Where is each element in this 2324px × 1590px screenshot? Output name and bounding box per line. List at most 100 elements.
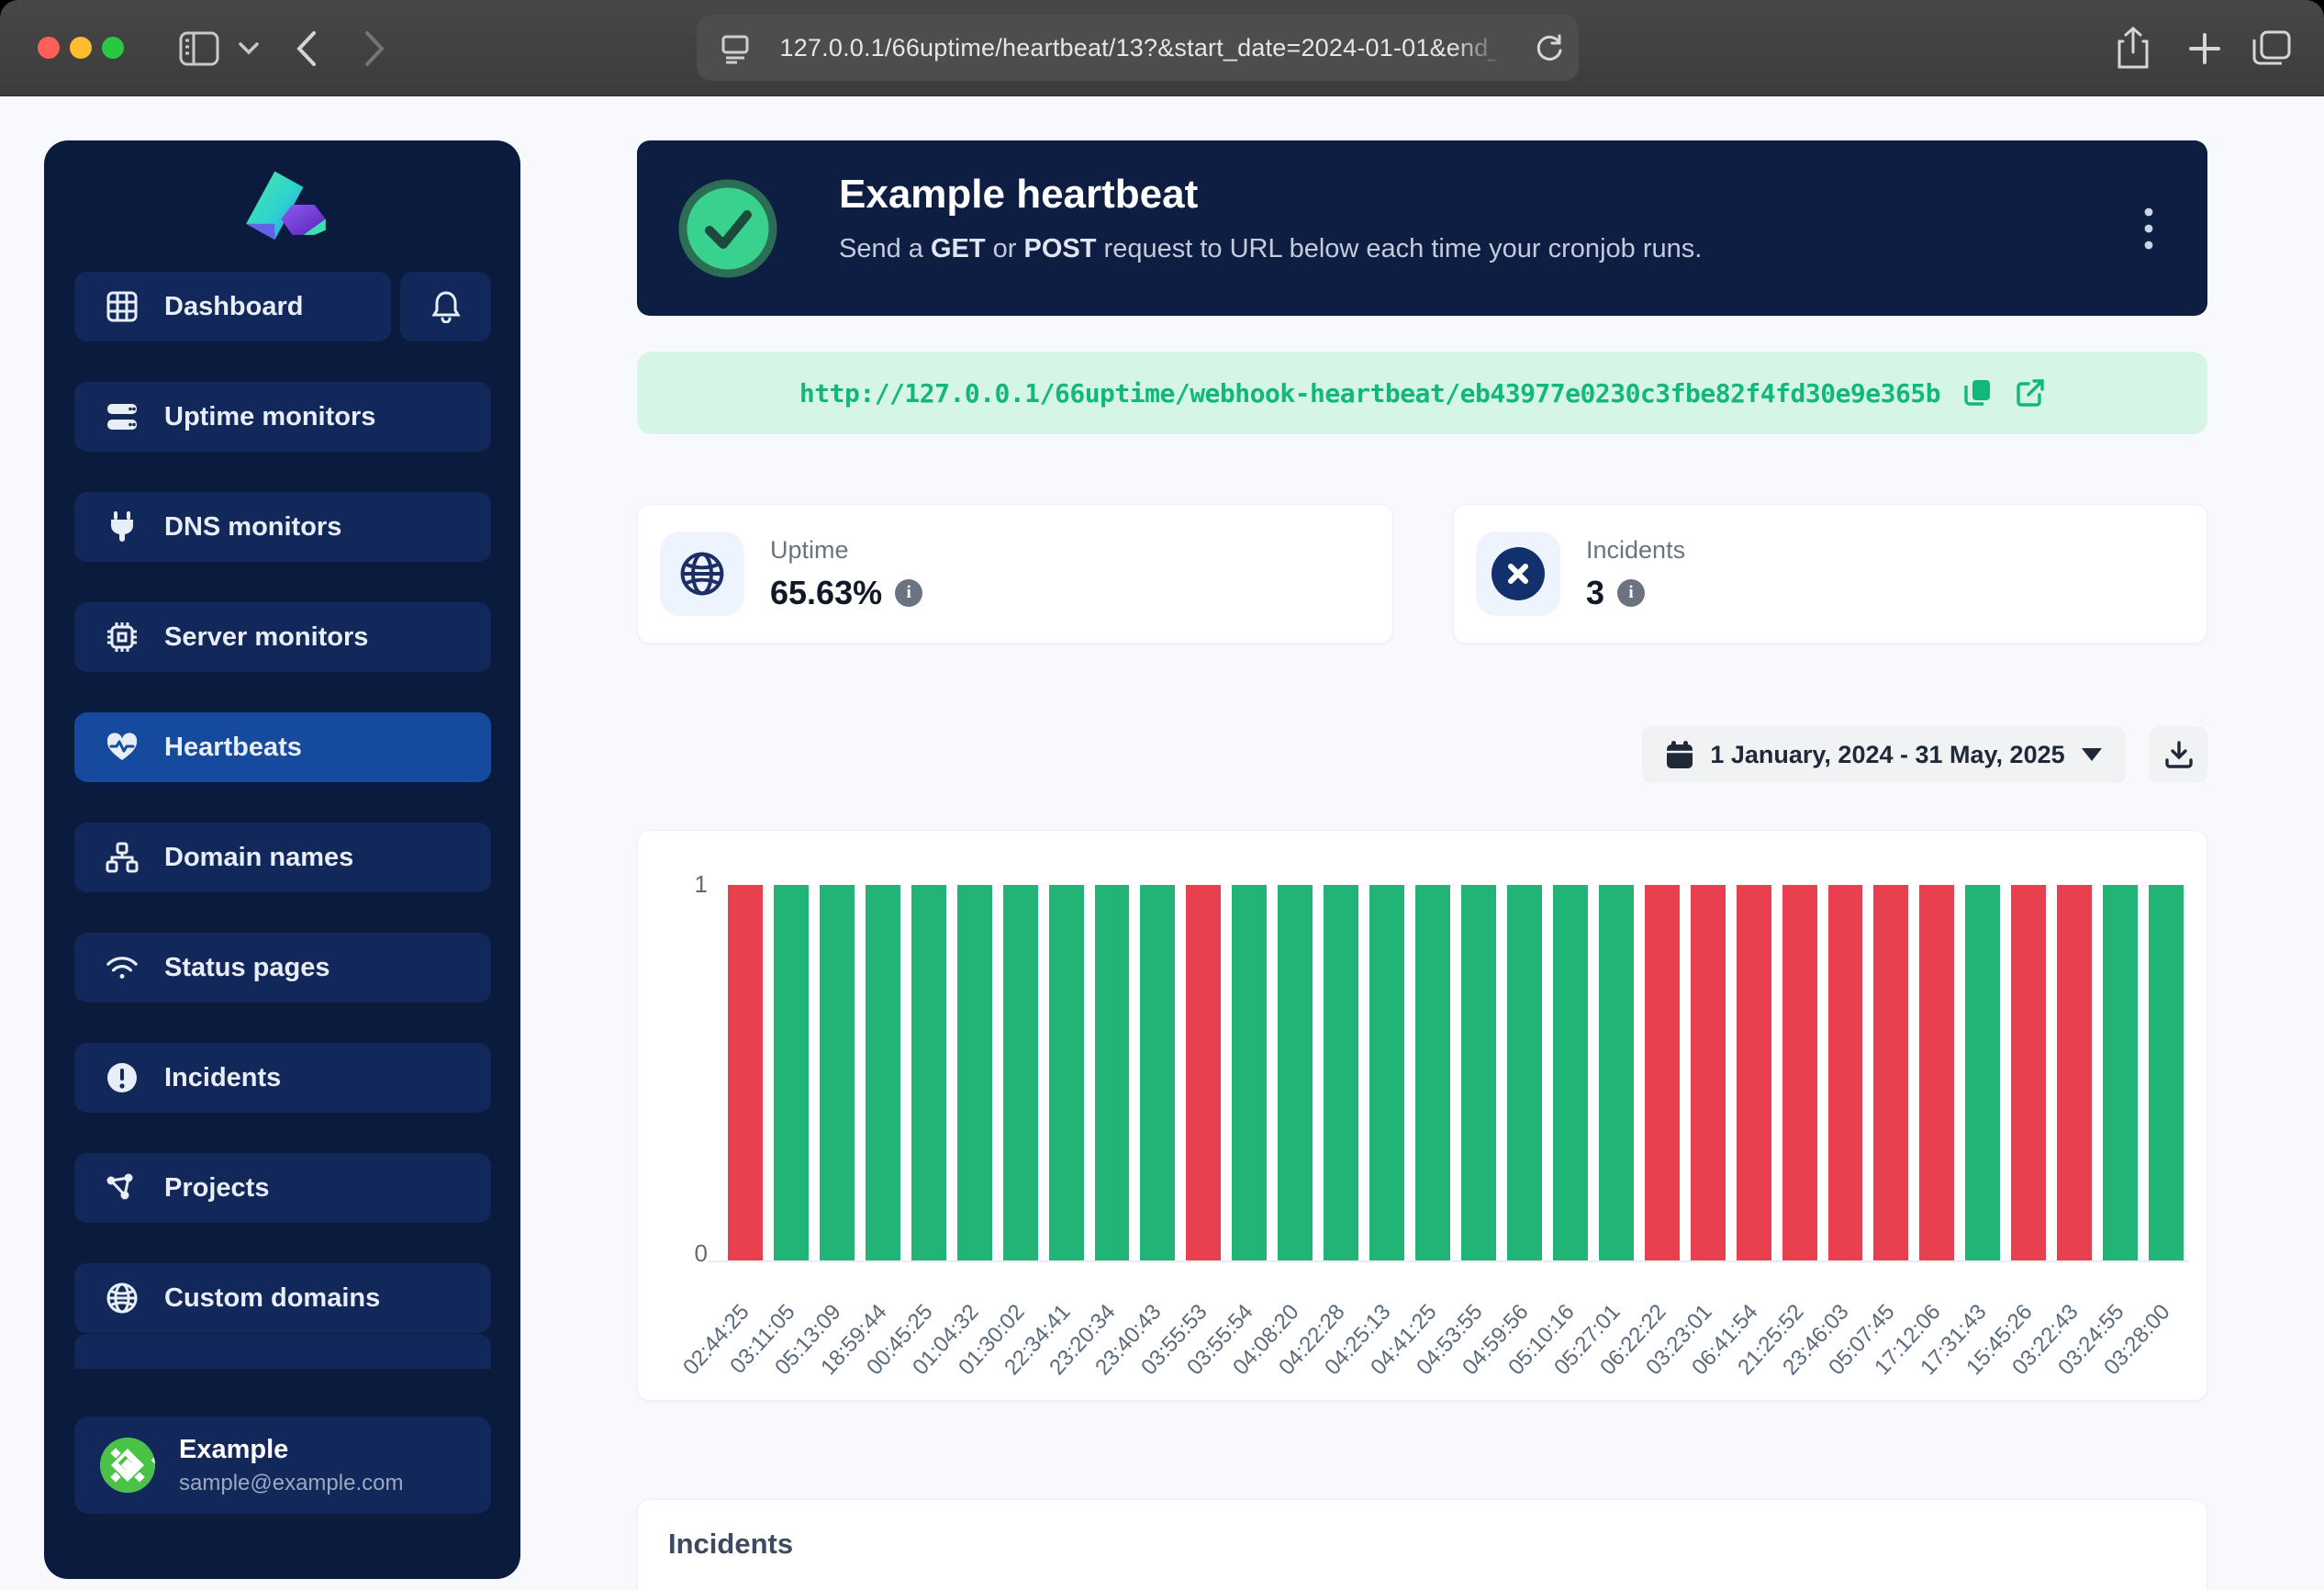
traffic-light-close[interactable] <box>38 37 60 59</box>
bar-down[interactable] <box>2011 885 2046 1260</box>
x-circle-icon <box>1490 545 1547 602</box>
url-fade <box>1452 20 1525 75</box>
traffic-light-zoom[interactable] <box>102 37 124 59</box>
share-nodes-icon <box>106 1173 139 1203</box>
wifi-icon <box>106 954 139 981</box>
bar-down[interactable] <box>1782 885 1817 1260</box>
bar-up[interactable] <box>1324 885 1358 1260</box>
bar-up[interactable] <box>1003 885 1038 1260</box>
bar-down[interactable] <box>2057 885 2092 1260</box>
uptime-stat-card: Uptime 65.63% i <box>637 504 1393 644</box>
reload-button[interactable] <box>1533 31 1566 64</box>
x-axis-line <box>708 1260 2189 1262</box>
kebab-menu-button[interactable] <box>2123 201 2174 256</box>
sidebar-toggle-icon <box>179 31 219 66</box>
bar-up[interactable] <box>1140 885 1175 1260</box>
incidents-icon-tile <box>1476 532 1560 616</box>
bar-up[interactable] <box>911 885 946 1260</box>
grid-icon <box>106 291 139 322</box>
copy-icon <box>1964 378 1992 408</box>
tabs-icon <box>2251 28 2293 69</box>
bar-up[interactable] <box>957 885 992 1260</box>
user-email: sample@example.com <box>179 1471 403 1496</box>
toolbar: 1 January, 2024 - 31 May, 2025 <box>637 726 2207 783</box>
new-tab-button[interactable] <box>2186 28 2223 70</box>
bar-up[interactable] <box>1461 885 1496 1260</box>
sidebar-item-dns-monitors[interactable]: DNS monitors <box>74 492 491 562</box>
sidebar-toggle-button[interactable] <box>179 28 219 70</box>
share-button[interactable] <box>2114 28 2152 70</box>
bar-up[interactable] <box>2149 885 2184 1260</box>
stat-label: Incidents <box>1586 536 1685 565</box>
sidebar-item-label: Projects <box>164 1173 269 1204</box>
info-icon[interactable]: i <box>895 579 922 607</box>
url-text: 127.0.0.1/66uptime/heartbeat/13?&start_d… <box>780 34 1496 62</box>
bar-up[interactable] <box>1278 885 1313 1260</box>
date-range-button[interactable]: 1 January, 2024 - 31 May, 2025 <box>1642 726 2126 783</box>
bar-down[interactable] <box>1186 885 1221 1260</box>
bar-up[interactable] <box>1232 885 1267 1260</box>
sidebar-item-partial[interactable] <box>74 1334 491 1369</box>
bar-up[interactable] <box>774 885 809 1260</box>
copy-url-button[interactable] <box>1964 378 1992 408</box>
sidebar-menu-chevron[interactable] <box>239 28 259 70</box>
globe-icon <box>678 550 726 598</box>
sidebar-item-custom-domains[interactable]: Custom domains <box>74 1263 491 1333</box>
bar-up[interactable] <box>1965 885 2000 1260</box>
bar-up[interactable] <box>1049 885 1084 1260</box>
forward-button[interactable] <box>363 28 385 70</box>
sidebar-item-heartbeats[interactable]: Heartbeats <box>74 712 491 782</box>
bar-up[interactable] <box>1599 885 1634 1260</box>
bar-up[interactable] <box>820 885 855 1260</box>
kebab-icon <box>2144 207 2153 250</box>
heartbeat-header-card: Example heartbeat Send a GET or POST req… <box>637 140 2207 316</box>
app-logo <box>235 164 330 245</box>
globe-icon <box>106 1282 139 1314</box>
plug-icon <box>106 510 139 543</box>
sidebar-item-label: Dashboard <box>164 292 303 322</box>
sidebar-item-incidents[interactable]: Incidents <box>74 1043 491 1113</box>
incidents-value: 3 <box>1586 574 1604 612</box>
sidebar-item-uptime-monitors[interactable]: Uptime monitors <box>74 382 491 452</box>
sidebar-item-domain-names[interactable]: Domain names <box>74 823 491 892</box>
bar-down[interactable] <box>1737 885 1771 1260</box>
bar-down[interactable] <box>1645 885 1680 1260</box>
bar-up[interactable] <box>1553 885 1588 1260</box>
bar-down[interactable] <box>1691 885 1726 1260</box>
x-axis-ticks: 02:44:2503:11:0505:13:0918:59:4400:45:25… <box>722 1282 2189 1402</box>
bar-up[interactable] <box>1369 885 1404 1260</box>
sidebar-item-projects[interactable]: Projects <box>74 1153 491 1223</box>
external-link-icon <box>2016 378 2045 408</box>
bar-up[interactable] <box>1095 885 1130 1260</box>
bar-up[interactable] <box>1415 885 1450 1260</box>
bar-up[interactable] <box>2103 885 2138 1260</box>
bar-up[interactable] <box>866 885 900 1260</box>
sidebar-item-label: DNS monitors <box>164 512 341 543</box>
tab-overview-button[interactable] <box>2251 28 2293 70</box>
user-profile[interactable]: Example sample@example.com <box>74 1416 491 1514</box>
bar-down[interactable] <box>1828 885 1863 1260</box>
page-content: Dashboard Uptime monitors <box>0 96 2324 1590</box>
forward-arrow-icon <box>363 30 385 67</box>
server-stack-icon <box>106 402 139 431</box>
address-bar[interactable]: 127.0.0.1/66uptime/heartbeat/13?&start_d… <box>697 15 1579 81</box>
sidebar-item-dashboard[interactable]: Dashboard <box>74 272 391 342</box>
bar-down[interactable] <box>1873 885 1908 1260</box>
open-url-button[interactable] <box>2016 378 2045 408</box>
main-content: Example heartbeat Send a GET or POST req… <box>637 96 2207 1590</box>
sidebar-item-status-pages[interactable]: Status pages <box>74 933 491 1002</box>
download-button[interactable] <box>2150 726 2207 783</box>
notifications-button[interactable] <box>400 272 491 342</box>
bar-down[interactable] <box>728 885 763 1260</box>
sidebar-item-label: Domain names <box>164 843 353 873</box>
traffic-light-minimize[interactable] <box>70 37 92 59</box>
header-subtitle: Send a GET or POST request to URL below … <box>839 234 1702 264</box>
info-icon[interactable]: i <box>1617 579 1645 607</box>
sidebar-item-label: Status pages <box>164 953 330 983</box>
back-button[interactable] <box>296 28 318 70</box>
incidents-section-card: Incidents <box>637 1499 2207 1590</box>
bar-up[interactable] <box>1507 885 1542 1260</box>
bars <box>722 885 2189 1260</box>
sidebar-item-server-monitors[interactable]: Server monitors <box>74 602 491 672</box>
bar-down[interactable] <box>1919 885 1954 1260</box>
